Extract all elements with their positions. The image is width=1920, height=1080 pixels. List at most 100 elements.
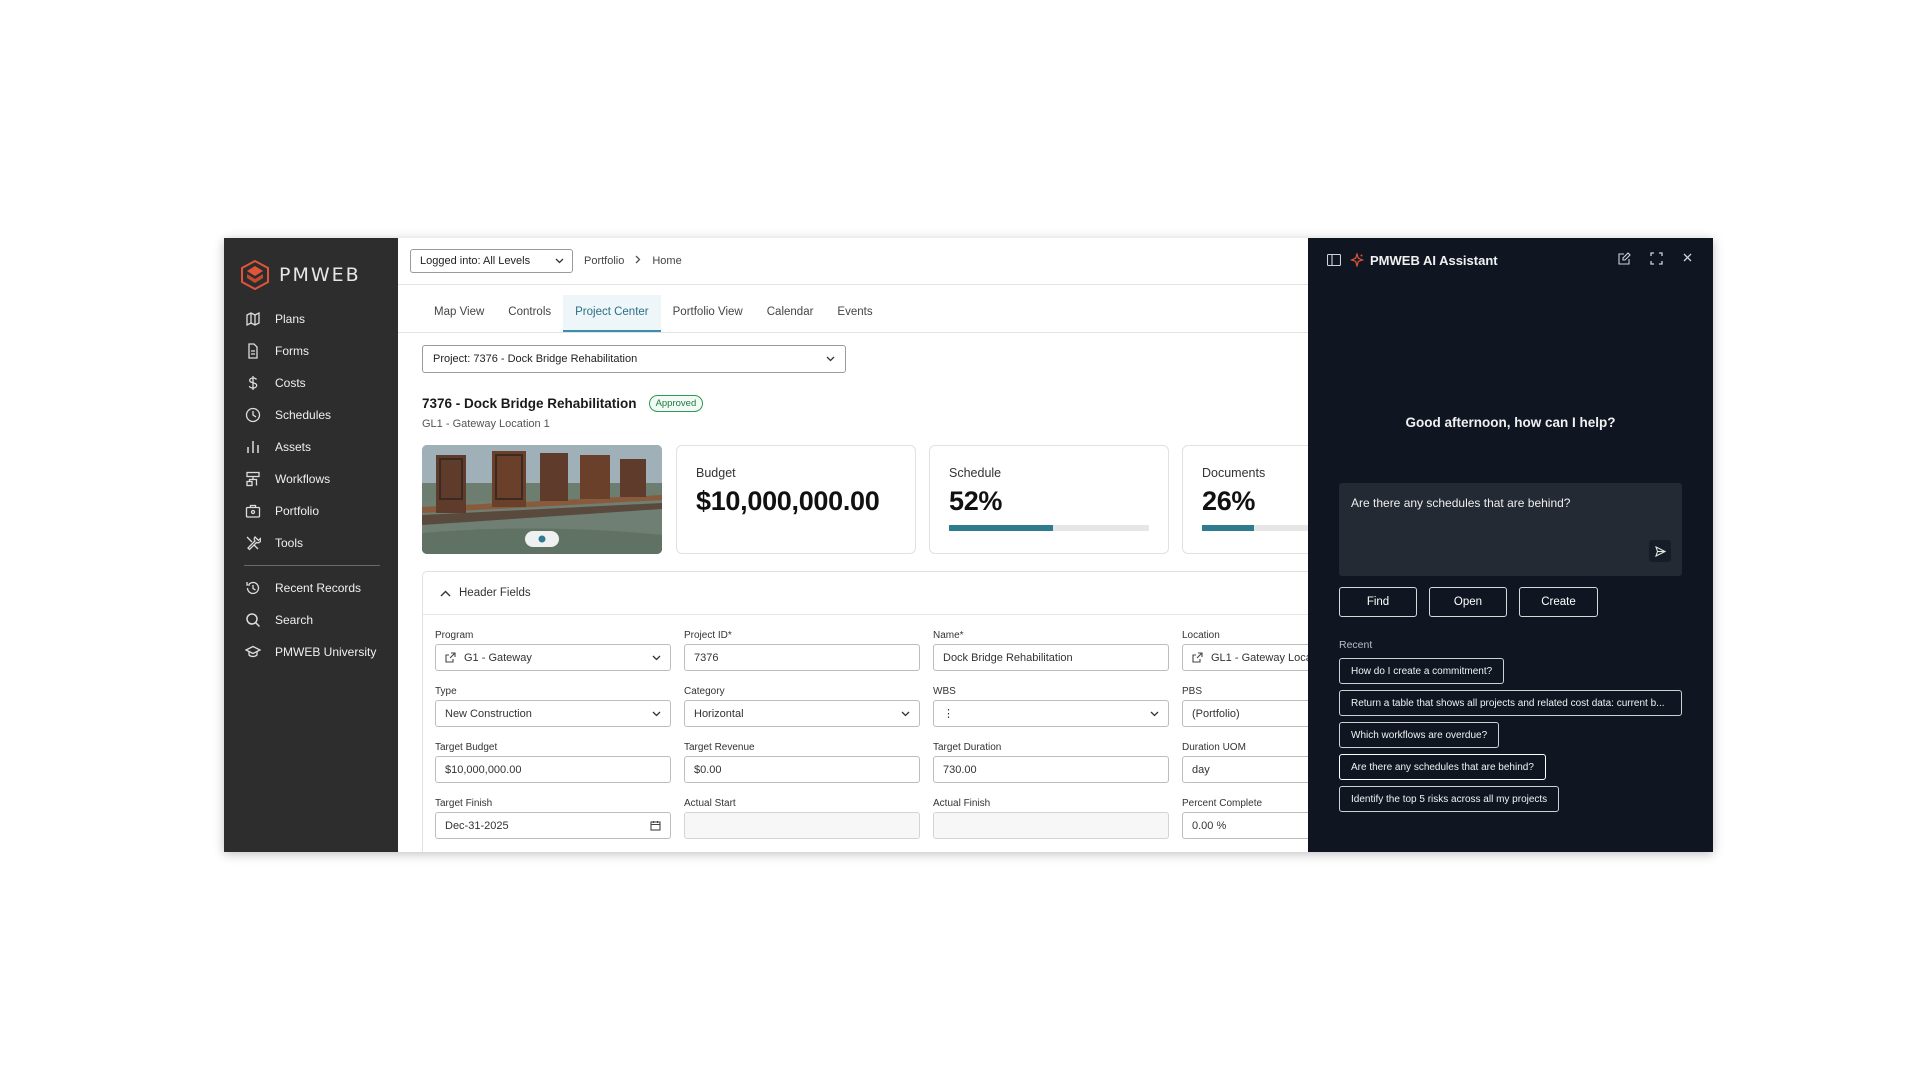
document-icon [245, 343, 261, 359]
brand-name: PMWEB [279, 264, 361, 286]
breadcrumb-home[interactable]: Home [652, 255, 681, 267]
sidebar-item-schedules[interactable]: Schedules [224, 399, 398, 431]
tab-map-view[interactable]: Map View [422, 295, 496, 332]
sidebar-nav: Plans Forms Costs Schedules Assets Workf… [224, 303, 398, 559]
external-link-icon[interactable] [1192, 652, 1203, 663]
chevron-down-icon [555, 255, 564, 267]
wbs-label: WBS [933, 686, 956, 697]
tab-events[interactable]: Events [825, 295, 884, 332]
actual-finish-field: Actual Finish [933, 798, 1169, 839]
type-select[interactable]: New Construction [435, 700, 671, 727]
actual-start-input[interactable] [684, 812, 920, 839]
schedule-value: 52% [949, 486, 1003, 516]
expand-icon[interactable] [1650, 252, 1663, 265]
recent-label: Recent [1339, 639, 1373, 651]
sidebar-item-label: Assets [275, 440, 312, 454]
program-select[interactable]: G1 - Gateway [435, 644, 671, 671]
search-icon [245, 612, 261, 628]
sidebar-item-label: Search [275, 613, 314, 627]
pbs-select[interactable]: (Portfolio) [1182, 700, 1308, 727]
ai-prompt-input[interactable]: Are there any schedules that are behind? [1339, 483, 1682, 576]
close-icon[interactable] [1682, 252, 1693, 265]
create-button[interactable]: Create [1519, 587, 1598, 617]
name-field: Name* Dock Bridge Rehabilitation [933, 630, 1169, 671]
chevron-down-icon [901, 708, 910, 720]
header-fields-toggle[interactable]: Header Fields [423, 572, 1308, 615]
sidebar-item-plans[interactable]: Plans [224, 303, 398, 335]
open-button[interactable]: Open [1429, 587, 1507, 617]
wbs-select[interactable]: ⋮ [933, 700, 1169, 727]
send-button[interactable] [1649, 540, 1671, 562]
target-budget-value: $10,000,000.00 [445, 763, 522, 776]
find-button[interactable]: Find [1339, 587, 1417, 617]
sidebar-item-workflows[interactable]: Workflows [224, 463, 398, 495]
sidebar-item-portfolio[interactable]: Portfolio [224, 495, 398, 527]
target-revenue-input[interactable]: $0.00 [684, 756, 920, 783]
calendar-icon[interactable] [650, 820, 661, 831]
recent-prompt-item[interactable]: Return a table that shows all projects a… [1339, 690, 1682, 716]
name-label: Name* [933, 630, 964, 641]
target-budget-field: Target Budget $10,000,000.00 [435, 742, 671, 783]
target-duration-field: Target Duration 730.00 [933, 742, 1169, 783]
sidebar-item-recent-records[interactable]: Recent Records [224, 572, 398, 604]
sidebar-toggle-icon[interactable] [1327, 254, 1341, 266]
program-value: G1 - Gateway [464, 651, 532, 664]
documents-value: 26% [1202, 486, 1256, 516]
recent-prompt-item[interactable]: How do I create a commitment? [1339, 658, 1505, 684]
target-finish-label: Target Finish [435, 798, 493, 809]
chevron-right-icon [635, 255, 641, 267]
target-budget-input[interactable]: $10,000,000.00 [435, 756, 671, 783]
ai-toolbar [1618, 252, 1693, 265]
target-finish-input[interactable]: Dec-31-2025 [435, 812, 671, 839]
project-id-input[interactable]: 7376 [684, 644, 920, 671]
new-chat-icon[interactable] [1618, 252, 1631, 265]
tools-icon [245, 535, 261, 551]
sidebar-item-tools[interactable]: Tools [224, 527, 398, 559]
name-input[interactable]: Dock Bridge Rehabilitation [933, 644, 1169, 671]
external-link-icon[interactable] [445, 652, 456, 663]
sidebar: PMWEB Plans Forms Costs Schedules Assets [224, 238, 398, 852]
program-field: Program G1 - Gateway [435, 630, 671, 671]
budget-card: Budget $10,000,000.00 [676, 445, 916, 554]
target-duration-input[interactable]: 730.00 [933, 756, 1169, 783]
wbs-value: ⋮ [943, 708, 954, 720]
sidebar-item-forms[interactable]: Forms [224, 335, 398, 367]
category-select[interactable]: Horizontal [684, 700, 920, 727]
budget-value: $10,000,000.00 [696, 486, 880, 516]
sparkle-icon [1350, 253, 1364, 267]
sidebar-item-label: Forms [275, 344, 309, 358]
tab-controls[interactable]: Controls [496, 295, 563, 332]
type-label: Type [435, 686, 457, 697]
actual-finish-input[interactable] [933, 812, 1169, 839]
recent-prompt-item[interactable]: Are there any schedules that are behind? [1339, 754, 1546, 780]
category-label: Category [684, 686, 725, 697]
sidebar-item-label: Portfolio [275, 504, 320, 518]
percent-complete-input[interactable]: 0.00 % [1182, 812, 1308, 839]
pbs-label: PBS [1182, 686, 1203, 697]
actual-start-field: Actual Start [684, 798, 920, 839]
actual-start-label: Actual Start [684, 798, 736, 809]
sidebar-item-search[interactable]: Search [224, 604, 398, 636]
recent-prompt-item[interactable]: Which workflows are overdue? [1339, 722, 1500, 748]
project-subtitle: GL1 - Gateway Location 1 [422, 418, 550, 430]
tab-calendar[interactable]: Calendar [755, 295, 826, 332]
sidebar-item-costs[interactable]: Costs [224, 367, 398, 399]
project-photo[interactable] [422, 445, 662, 554]
recent-prompt-item[interactable]: Identify the top 5 risks across all my p… [1339, 786, 1560, 812]
sidebar-item-pmweb-university[interactable]: PMWEB University [224, 636, 398, 668]
schedule-label: Schedule [949, 466, 1002, 480]
project-select[interactable]: Project: 7376 - Dock Bridge Rehabilitati… [422, 345, 846, 373]
sidebar-item-label: Recent Records [275, 581, 362, 595]
sidebar-item-assets[interactable]: Assets [224, 431, 398, 463]
duration-uom-field: Duration UOM day [1182, 742, 1308, 783]
brand-logo[interactable]: PMWEB [224, 238, 398, 296]
actual-finish-label: Actual Finish [933, 798, 991, 809]
duration-uom-select[interactable]: day [1182, 756, 1308, 783]
tab-project-center[interactable]: Project Center [563, 295, 661, 332]
location-select[interactable]: GL1 - Gateway Loca [1182, 644, 1308, 671]
breadcrumb-portfolio[interactable]: Portfolio [584, 255, 624, 267]
tab-portfolio-view[interactable]: Portfolio View [661, 295, 755, 332]
top-bar: Logged into: All Levels Portfolio Home [398, 238, 1308, 285]
login-level-select[interactable]: Logged into: All Levels [410, 249, 573, 273]
schedule-progress-fill [949, 525, 1053, 531]
